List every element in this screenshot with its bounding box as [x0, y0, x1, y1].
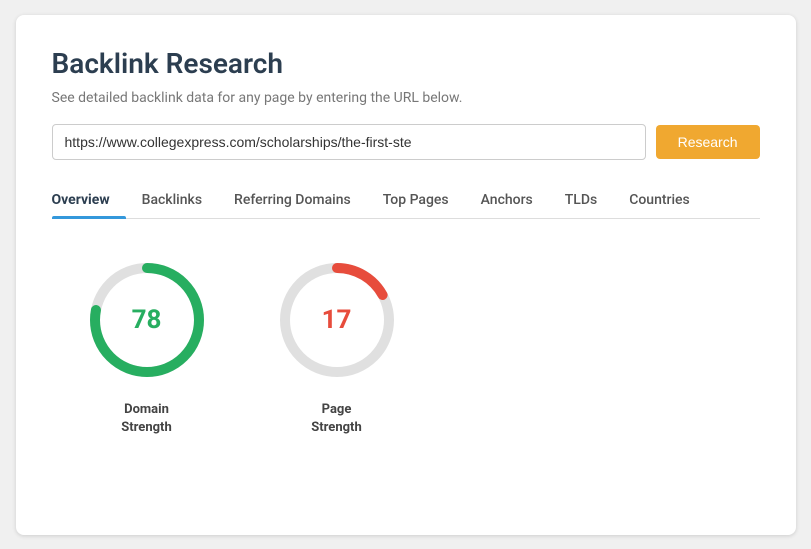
tabs-nav: OverviewBacklinksReferring DomainsTop Pa… — [52, 184, 760, 219]
donut-value-page-strength: 17 — [322, 305, 352, 335]
tab-overview[interactable]: Overview — [52, 184, 126, 218]
chart-label-domain-strength: DomainStrength — [121, 401, 171, 437]
donut-page-strength: 17 — [272, 255, 402, 385]
research-button[interactable]: Research — [656, 125, 760, 159]
tab-referring-domains[interactable]: Referring Domains — [218, 184, 367, 218]
tab-tlds[interactable]: TLDs — [549, 184, 613, 218]
page-subtitle: See detailed backlink data for any page … — [52, 90, 760, 106]
tab-countries[interactable]: Countries — [613, 184, 706, 218]
tab-top-pages[interactable]: Top Pages — [367, 184, 465, 218]
tab-backlinks[interactable]: Backlinks — [126, 184, 218, 218]
tab-anchors[interactable]: Anchors — [465, 184, 549, 218]
page-title: Backlink Research — [52, 47, 760, 80]
donut-value-domain-strength: 78 — [132, 305, 162, 335]
search-row: Research — [52, 124, 760, 160]
chart-item-page-strength: 17 PageStrength — [272, 255, 402, 437]
charts-row: 78 DomainStrength 17 PageStrength — [52, 255, 760, 437]
chart-label-page-strength: PageStrength — [311, 401, 361, 437]
main-card: Backlink Research See detailed backlink … — [16, 15, 796, 535]
donut-domain-strength: 78 — [82, 255, 212, 385]
url-input[interactable] — [52, 124, 646, 160]
chart-item-domain-strength: 78 DomainStrength — [82, 255, 212, 437]
